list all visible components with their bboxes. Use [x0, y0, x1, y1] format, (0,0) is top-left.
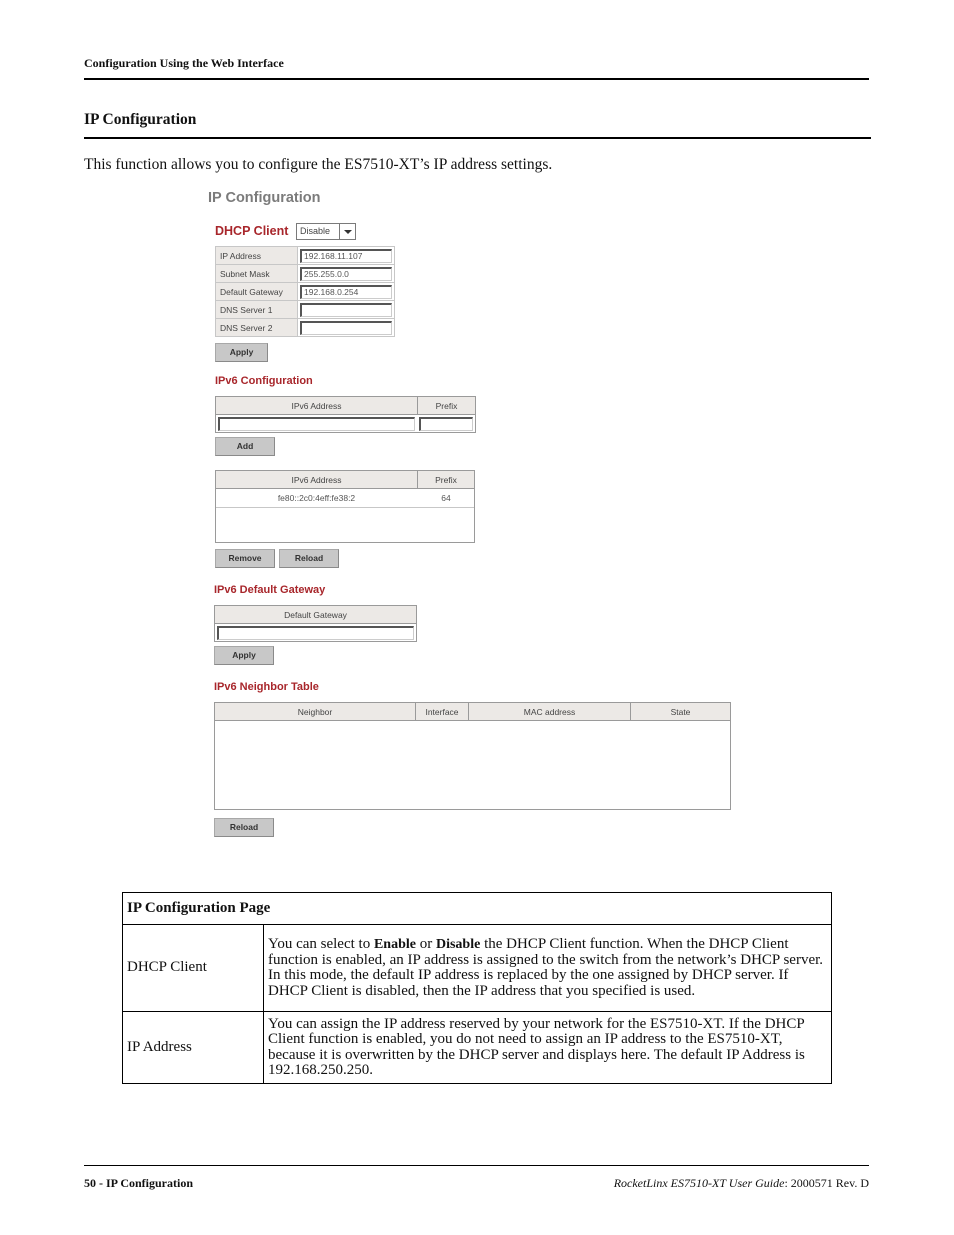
remove-button[interactable]: Remove [215, 549, 275, 568]
field-description: You can assign the IP address reserved b… [263, 1011, 832, 1084]
running-header: Configuration Using the Web Interface [84, 56, 284, 70]
ipv4-settings-table: IP Address 192.168.11.107 Subnet Mask 25… [215, 246, 395, 337]
ui-page-title: IP Configuration [208, 190, 321, 206]
table-row: Subnet Mask 255.255.0.0 [215, 264, 395, 283]
section-title: IP Configuration [84, 111, 197, 128]
mac-address-header: MAC address [469, 703, 630, 721]
subnet-mask-label: Subnet Mask [215, 264, 298, 283]
ipv6-default-gateway-heading: IPv6 Default Gateway [214, 584, 326, 596]
table-header-row: IP Configuration Page [122, 892, 832, 925]
description-table-title: IP Configuration Page [122, 892, 832, 925]
enable-term: Enable [373, 937, 416, 952]
footer-page-label: 50 - IP Configuration [84, 1176, 194, 1190]
disable-term: Disable [435, 937, 481, 952]
field-name: DHCP Client [122, 924, 264, 1012]
dns-server-2-label: DNS Server 2 [215, 318, 298, 337]
ipv6-address-cell: fe80::2c0:4eff:fe38:2 [277, 493, 356, 503]
intro-paragraph: This function allows you to configure th… [84, 156, 553, 173]
ipv6-neighbor-table-heading: IPv6 Neighbor Table [214, 681, 319, 693]
ipv6-input-table: IPv6 Address Prefix [215, 396, 476, 433]
footer-guide-title: RocketLinx ES7510-XT User Guide [613, 1176, 785, 1190]
chevron-down-icon[interactable] [339, 224, 355, 239]
prefix-header: Prefix [418, 397, 475, 415]
table-row: DHCP Client You can select to Enable or … [122, 924, 832, 1012]
footer-rule [84, 1165, 869, 1166]
default-gateway-input[interactable]: 192.168.0.254 [300, 284, 392, 299]
ipv6-address-input[interactable] [218, 417, 415, 431]
dns-server-1-label: DNS Server 1 [215, 300, 298, 319]
table-row[interactable]: fe80::2c0:4eff:fe38:2 64 [216, 490, 474, 508]
description-text: or [415, 936, 436, 952]
section-rule [84, 137, 871, 139]
dns-server-2-input[interactable] [300, 320, 392, 335]
apply-gateway-button[interactable]: Apply [214, 646, 274, 665]
table-row: IP Address 192.168.11.107 [215, 246, 395, 265]
dhcp-client-selected-value: Disable [300, 226, 331, 236]
ipv6-address-header: IPv6 Address [216, 471, 417, 489]
default-gateway-header: Default Gateway [215, 606, 416, 624]
prefix-header: Prefix [418, 471, 474, 489]
ipv6-default-gateway-input[interactable] [217, 626, 414, 640]
ipv6-configuration-heading: IPv6 Configuration [215, 375, 313, 387]
reload-ipv6-button[interactable]: Reload [279, 549, 339, 568]
reload-neighbor-button[interactable]: Reload [214, 818, 274, 837]
table-row: DNS Server 2 [215, 318, 395, 337]
description-text: You can select to [268, 936, 374, 952]
dhcp-client-select[interactable]: Disable [296, 223, 356, 240]
footer-doc-number: : 2000571 Rev. D [784, 1176, 869, 1190]
subnet-mask-input[interactable]: 255.255.0.0 [300, 266, 392, 281]
ipv6-address-list: IPv6 Address Prefix fe80::2c0:4eff:fe38:… [215, 470, 475, 543]
ip-address-label: IP Address [215, 246, 298, 265]
table-row: IP Address You can assign the IP address… [122, 1011, 832, 1084]
apply-button[interactable]: Apply [215, 343, 268, 362]
dns-server-1-input[interactable] [300, 302, 392, 317]
dhcp-client-label: DHCP Client [215, 224, 289, 238]
ipv6-gateway-table: Default Gateway [214, 605, 417, 642]
field-name: IP Address [122, 1011, 264, 1084]
header-rule [84, 78, 869, 80]
state-header: State [631, 703, 730, 721]
default-gateway-label: Default Gateway [215, 282, 298, 301]
table-row: Default Gateway 192.168.0.254 [215, 282, 395, 301]
ip-address-input[interactable]: 192.168.11.107 [300, 248, 392, 263]
interface-header: Interface [416, 703, 468, 721]
ip-configuration-description-table: IP Configuration Page DHCP Client You ca… [122, 892, 832, 1084]
ipv6-prefix-input[interactable] [419, 417, 473, 431]
table-row: DNS Server 1 [215, 300, 395, 319]
ipv6-neighbor-table: Neighbor Interface MAC address State [214, 702, 731, 810]
footer-doc-info: RocketLinx ES7510-XT User Guide: 2000571… [614, 1176, 869, 1191]
prefix-cell: 64 [441, 493, 451, 503]
field-description: You can select to Enable or Disable the … [263, 924, 832, 1012]
add-button[interactable]: Add [215, 437, 275, 456]
ipv6-address-header: IPv6 Address [216, 397, 417, 415]
neighbor-header: Neighbor [215, 703, 415, 721]
